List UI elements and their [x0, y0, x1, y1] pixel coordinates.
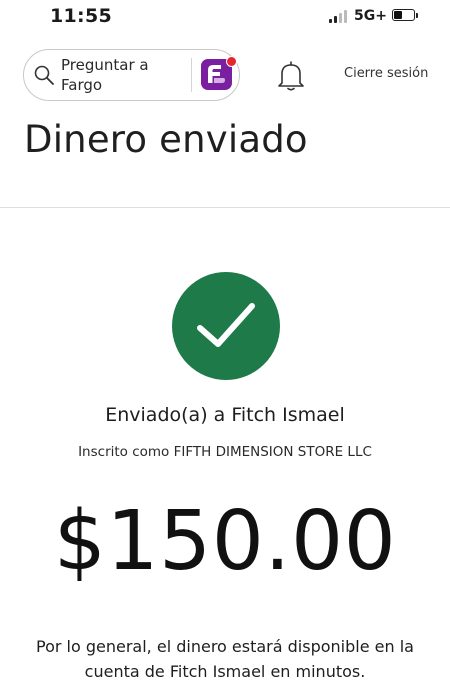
availability-note: Por lo general, el dinero estará disponi… [36, 637, 414, 681]
search-placeholder: Preguntar a Fargo [61, 56, 149, 94]
sign-out-link[interactable]: Cierre sesión [344, 66, 428, 81]
status-time: 11:55 [50, 5, 112, 27]
battery-icon [392, 9, 415, 21]
signal-icon [329, 10, 349, 23]
notification-dot [226, 56, 237, 67]
checkmark-icon [197, 303, 255, 347]
pill-divider [191, 58, 192, 92]
bell-icon[interactable] [277, 60, 305, 92]
enrolled-as-line: Inscrito como FIFTH DIMENSION STORE LLC [78, 444, 372, 460]
search-icon [34, 65, 54, 85]
ask-fargo-search[interactable]: Preguntar a Fargo [23, 49, 240, 101]
battery-cap [416, 13, 418, 18]
network-label: 5G+ [354, 8, 387, 24]
status-bar: 11:55 5G+ [0, 0, 450, 34]
divider [0, 207, 450, 208]
page-title: Dinero enviado [24, 118, 308, 161]
recipient-line: Enviado(a) a Fitch Ismael [105, 404, 345, 426]
battery-fill [394, 11, 402, 19]
amount-sent: $150.00 [53, 494, 397, 589]
success-badge [172, 272, 280, 380]
